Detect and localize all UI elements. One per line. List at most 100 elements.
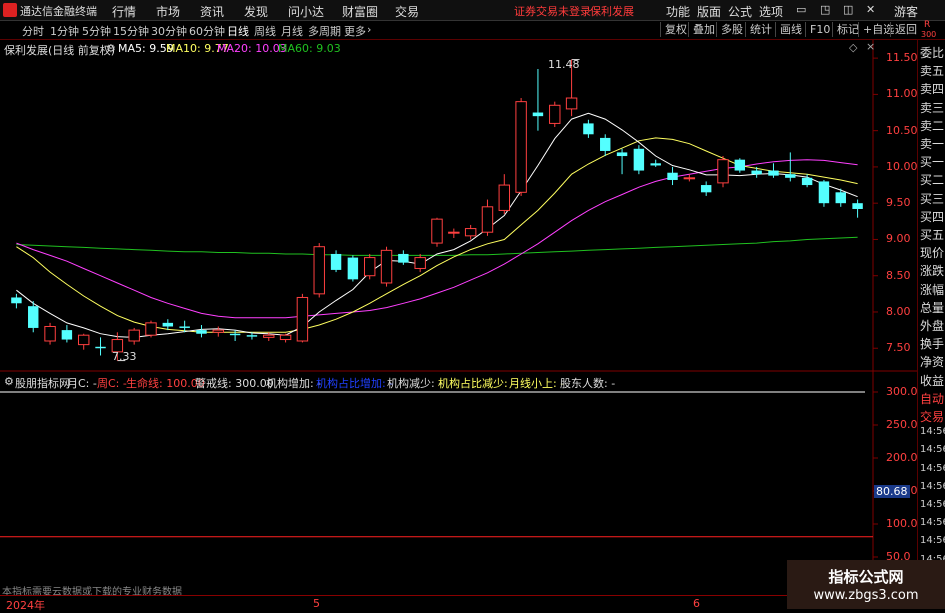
price-tick-label: 9.00 — [886, 232, 911, 246]
candle — [785, 152, 796, 182]
candle — [431, 217, 443, 247]
candle-body — [363, 257, 376, 277]
price-tick-label: 8.00 — [886, 304, 911, 318]
watermark-title: 指标公式网 — [828, 568, 904, 586]
ind-tick-label: 100.0 — [886, 517, 918, 530]
candle-body — [414, 257, 426, 269]
side-quote-item[interactable]: 买四 — [920, 208, 944, 225]
candle — [700, 181, 712, 196]
side-quote-item[interactable]: 卖五 — [920, 62, 944, 79]
indicator-inst-up: 机构增加: - — [266, 377, 322, 390]
price-tick-label: 8.50 — [886, 268, 911, 282]
candle-body — [565, 97, 578, 110]
candle-body — [785, 174, 796, 178]
side-quote-item[interactable]: 买五 — [920, 226, 944, 243]
candle — [600, 134, 611, 157]
candle — [515, 98, 527, 196]
settings-icon[interactable]: ⚙ — [106, 42, 116, 55]
side-quote-item[interactable]: 委比 — [920, 44, 944, 61]
side-quote-item[interactable]: 卖四 — [920, 80, 944, 97]
side-quote-item[interactable]: 现价 — [920, 244, 944, 261]
indicator-settings-icon[interactable]: ⚙ — [4, 375, 14, 388]
candle-body — [532, 112, 544, 117]
candle-body — [246, 335, 258, 337]
candle-body — [196, 330, 207, 334]
side-quote-item[interactable]: 收益 — [920, 372, 944, 389]
candle — [330, 250, 342, 273]
candle-body — [683, 177, 696, 180]
indicator-holders: 股东人数: - — [560, 377, 616, 390]
side-top-n: 300 — [921, 30, 937, 39]
candle — [95, 337, 106, 356]
candle-body — [128, 329, 140, 342]
side-quote-item[interactable]: 涨跌 — [920, 262, 944, 279]
candle-body — [347, 257, 359, 280]
candle-body — [464, 228, 477, 237]
side-time-item[interactable]: 14:56 — [920, 426, 945, 437]
side-quote-item[interactable]: 外盘 — [920, 317, 944, 334]
side-time-item[interactable]: 14:56 — [920, 535, 945, 546]
side-quote-item[interactable]: 卖三 — [920, 99, 944, 116]
side-quote-item[interactable]: 自动 — [920, 390, 944, 407]
candle-body — [77, 334, 90, 346]
candle — [414, 253, 426, 273]
candle — [296, 293, 309, 343]
candle — [398, 250, 409, 265]
candle-body — [481, 206, 494, 233]
side-quote-item[interactable]: 买二 — [920, 171, 944, 188]
ma60-label: MA60: 9.03 — [278, 42, 341, 55]
side-time-item[interactable]: 14:56 — [920, 517, 945, 528]
candle — [633, 145, 645, 175]
close-chart-icon[interactable]: × — [866, 40, 875, 53]
side-quote-item[interactable]: 总量 — [920, 299, 944, 316]
candle — [650, 159, 661, 167]
candle — [44, 322, 56, 345]
candle-body — [633, 148, 645, 171]
candle — [11, 293, 22, 309]
price-tick-label: 10.00 — [886, 159, 918, 173]
ind-tick-label: 250.0 — [886, 418, 918, 431]
side-time-item[interactable]: 14:56 — [920, 463, 945, 474]
candle — [61, 325, 73, 343]
candle-body — [229, 333, 241, 336]
candle — [498, 174, 511, 215]
kline-chart[interactable] — [0, 0, 917, 595]
indicator-inst-ratio-up: 机构占比增加: - — [316, 377, 394, 390]
candle-body — [162, 322, 174, 327]
price-tick-label: 11.50 — [886, 51, 918, 65]
candle — [128, 327, 140, 345]
side-quote-item[interactable]: 涨幅 — [920, 281, 944, 298]
ind-tick-label: 200.0 — [886, 451, 918, 464]
side-quote-item[interactable]: 买三 — [920, 190, 944, 207]
candle-body — [279, 334, 292, 341]
quote-side-panel: R 300 委比 卖五 卖四 卖三 卖二 卖一 买一 买二 买三 买四 买五 现价 涨跌 涨幅 总量 外盘 换手… — [917, 20, 945, 609]
diamond-icon[interactable]: ◇ — [849, 41, 857, 54]
side-time-item[interactable]: 14:56 — [920, 481, 945, 492]
candle-body — [145, 322, 157, 336]
side-quote-item[interactable]: 交易 — [920, 408, 944, 425]
price-tick-label: 9.50 — [886, 196, 911, 210]
ind-tick-label: 300.0 — [886, 385, 918, 398]
side-quote-item[interactable]: 净资 — [920, 353, 944, 370]
candle-body — [751, 170, 762, 175]
indicator-month: 月C: - — [67, 377, 97, 390]
candle-body — [398, 253, 409, 263]
low-annotation: 7.33 — [112, 350, 137, 363]
candle-body — [44, 325, 56, 342]
candle-body — [667, 172, 678, 180]
candle — [464, 224, 477, 240]
indicator-inst-down: 机构减少: - — [387, 377, 443, 390]
candle-body — [700, 185, 712, 193]
watermark-badge: 指标公式网 www.zbgs3.com — [787, 560, 945, 609]
side-time-item[interactable]: 14:56 — [920, 444, 945, 455]
side-quote-item[interactable]: 卖二 — [920, 117, 944, 134]
candle — [145, 320, 157, 338]
side-quote-item[interactable]: 买一 — [920, 153, 944, 170]
side-quote-item[interactable]: 卖一 — [920, 135, 944, 152]
side-quote-item[interactable]: 换手 — [920, 335, 944, 352]
candle-body — [330, 253, 342, 270]
side-time-item[interactable]: 14:56 — [920, 499, 945, 510]
candle — [313, 243, 325, 298]
candle-body — [95, 346, 106, 349]
indicator-alert: 警戒线: 300.00 — [195, 377, 274, 390]
